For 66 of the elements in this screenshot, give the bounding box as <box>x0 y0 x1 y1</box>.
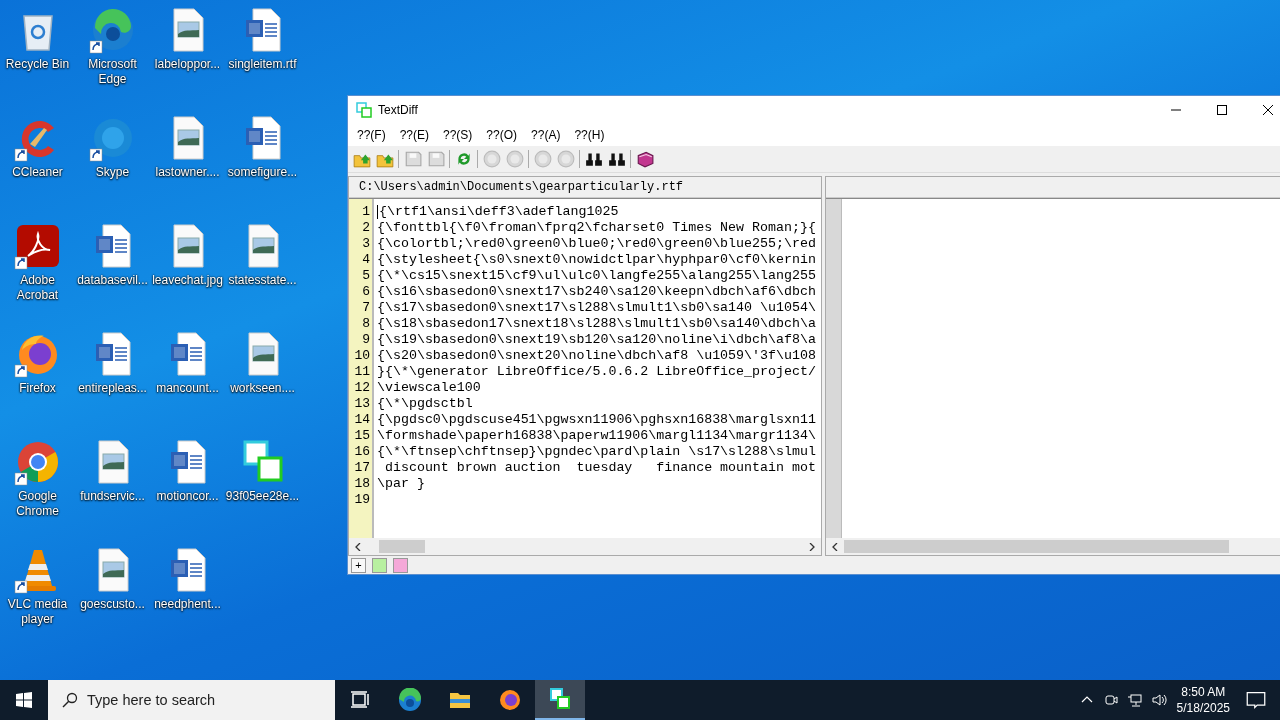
taskbar-app[interactable] <box>535 680 585 720</box>
menu-item[interactable]: ??(E) <box>392 128 436 142</box>
start-icon <box>16 692 32 708</box>
menu-item[interactable]: ??(F) <box>350 128 393 142</box>
code-line: {\*\pgdsctbl <box>377 396 473 412</box>
app-icon <box>356 102 372 118</box>
code-line: {\s17\sbasedon0\snext17\sl288\slmult1\sb0\sa140 \u1054\ <box>377 300 816 316</box>
window-title: TextDiff <box>378 103 418 117</box>
line-number: 9 <box>361 332 371 348</box>
code-line: {\rtf1\ansi\deff3\adeflang1025 <box>379 204 619 220</box>
line-number: 15 <box>353 428 371 444</box>
scroll-left-icon[interactable] <box>831 542 839 551</box>
network-icon[interactable] <box>1126 692 1143 708</box>
browser-swirl-icon <box>398 688 422 712</box>
code-line: {\stylesheet{\s0\snext0\nowidctlpar\hyphpar0\cf0\kernin <box>377 252 816 268</box>
line-number: 16 <box>353 444 371 460</box>
add-button[interactable]: + <box>351 557 366 573</box>
line-number: 14 <box>353 412 371 428</box>
line-number: 7 <box>361 300 371 316</box>
code-line: discount brown auction tuesday finance mountain mot <box>383 460 816 476</box>
text-cursor <box>377 205 378 219</box>
line-number: 12 <box>353 380 371 396</box>
code-line: {\fonttbl{\f0\froman\fprq2\fcharset0 Times New Roman;}{ <box>377 220 816 236</box>
camera-icon[interactable] <box>1102 692 1119 708</box>
menu-item[interactable]: ??(A) <box>524 128 568 142</box>
code-line: {\s20\sbasedon0\snext20\noline\dbch\af8 \u1059\'3f\u108 <box>377 348 816 364</box>
line-number: 10 <box>353 348 371 364</box>
clock[interactable]: 8:50 AM 5/18/2025 <box>1176 684 1230 716</box>
code-line: }{\*\generator LibreOffice/5.0.6.2 LibreOffice_project/ <box>377 364 816 380</box>
menu-item[interactable]: ??(S) <box>436 128 480 142</box>
code-line: \viewscale100 <box>377 380 481 396</box>
line-number: 19 <box>353 492 371 508</box>
code-line: {\s19\sbasedon0\snext19\sb120\sa120\noline\i\dbch\af8\a <box>377 332 816 348</box>
code-line: {\*\ftnsep\chftnsep}\pgndec\pard\plain \s17\sl288\slmul <box>377 444 816 460</box>
line-number: 2 <box>361 220 371 236</box>
line-number: 1 <box>361 204 371 220</box>
code-line: {\s18\sbasedon17\snext18\sl288\slmult1\sb0\sa140\dbch\a <box>377 316 816 332</box>
menu-item[interactable]: ??(H) <box>567 128 612 142</box>
line-number: 3 <box>361 236 371 252</box>
line-number: 5 <box>361 268 371 284</box>
code-line: {\s16\sbasedon0\snext17\sb240\sa120\keepn\dbch\af6\dbch <box>377 284 816 300</box>
line-number: 17 <box>353 460 371 476</box>
code-line: \par } <box>377 476 425 492</box>
line-number: 18 <box>353 476 371 492</box>
notifications-icon[interactable] <box>1246 690 1266 710</box>
fox-browser-icon <box>498 688 522 712</box>
scroll-thumb[interactable] <box>844 540 1229 553</box>
line-number: 11 <box>353 364 371 380</box>
code-line: {\colortbl;\red0\green0\blue0;\red0\green0\blue255;\red <box>377 236 816 252</box>
compare-app-icon <box>548 687 572 711</box>
menu-item[interactable]: ??(O) <box>479 128 525 142</box>
volume-icon[interactable] <box>1150 692 1167 708</box>
code-line: \formshade\paperh16838\paperw11906\margl1134\margr1134\ <box>377 428 816 444</box>
file-path: C:\Users\admin\Documents\gearparticularly.rtf <box>359 180 684 194</box>
scroll-thumb[interactable] <box>379 540 425 553</box>
scroll-right-icon[interactable] <box>808 542 816 551</box>
scroll-left-icon[interactable] <box>354 542 362 551</box>
line-number: 13 <box>353 396 371 412</box>
line-number: 6 <box>361 284 371 300</box>
code-line: {\pgdsc0\pgdscuse451\pgwsxn11906\pghsxn16838\marglsxn11 <box>377 412 816 428</box>
line-number: 8 <box>361 316 371 332</box>
line-number: 4 <box>361 252 371 268</box>
code-line: {\*\cs15\snext15\cf9\ul\ulc0\langfe255\alang255\lang255 <box>377 268 816 284</box>
search-field[interactable]: Type here to search <box>48 680 335 720</box>
maximize-icon <box>1217 105 1227 115</box>
close-icon <box>1263 105 1273 115</box>
